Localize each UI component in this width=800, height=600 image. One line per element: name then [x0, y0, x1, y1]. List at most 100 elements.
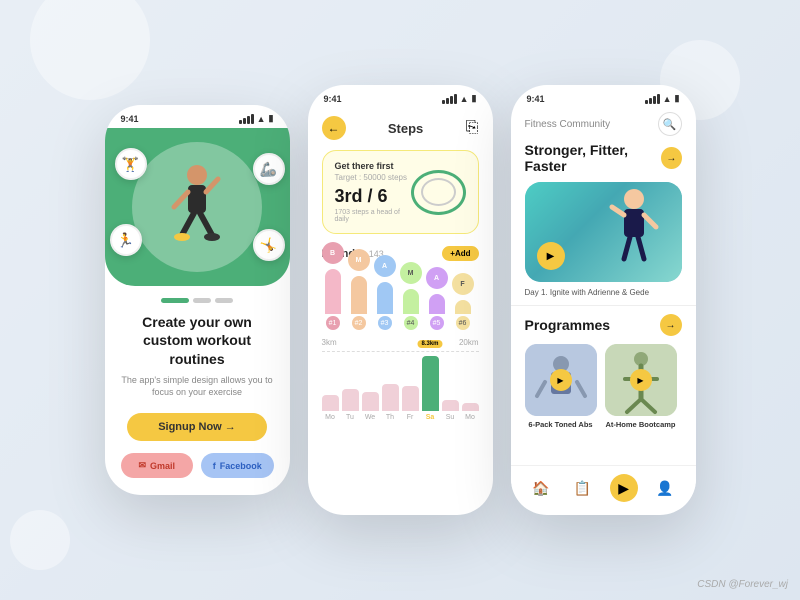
rank-frans: #6 — [456, 316, 470, 330]
stronger-arrow-button[interactable]: → — [661, 147, 681, 169]
dot-3 — [215, 298, 233, 303]
nav-home[interactable]: 🏠 — [526, 474, 556, 502]
chart-right-label: 20km — [459, 338, 479, 347]
prog-play-2[interactable]: ▶ — [630, 369, 652, 391]
day-we: We — [362, 414, 379, 421]
hero-play-button[interactable]: ▶ — [537, 242, 565, 270]
home-icon: 🏠 — [527, 474, 555, 502]
friend-bar-frans: F #6 — [452, 273, 474, 330]
bar-me — [351, 276, 367, 314]
chart-bar-mo1 — [322, 395, 339, 412]
rank-mira: #4 — [404, 316, 418, 330]
dots-indicator — [161, 298, 233, 303]
wifi-icon-1: ▲ — [257, 114, 266, 124]
status-icons-2: ▲ ▮ — [442, 93, 477, 104]
track-oval — [411, 170, 466, 215]
bar-mira — [403, 289, 419, 314]
hero-image: ▶ — [525, 182, 682, 282]
steps-card: Get there first Target : 50000 steps 3rd… — [322, 150, 479, 234]
prog-play-1[interactable]: ▶ — [550, 369, 572, 391]
friend-bar-baily: B #1 — [322, 242, 344, 330]
friend-bar-adela: A #3 — [374, 255, 396, 330]
list-icon: 📋 — [568, 474, 596, 502]
search-button[interactable]: 🔍 — [658, 112, 682, 136]
day-sa: Sa — [422, 414, 439, 421]
chart-section: 3km 20km 8.3km — [322, 338, 479, 421]
time-3: 9:41 — [527, 94, 545, 104]
avatar-frans: F — [452, 273, 474, 295]
friends-section: Friends 143 +Add B #1 M #2 — [322, 244, 479, 330]
gmail-button[interactable]: ✉ Gmail — [121, 453, 194, 478]
battery-icon-1: ▮ — [269, 113, 274, 124]
main-chart: 8.3km — [322, 356, 479, 411]
phone3-content: Fitness Community 🔍 Stronger, Fitter, Fa… — [511, 108, 696, 510]
status-bar-3: 9:41 ▲ ▮ — [511, 85, 696, 108]
share-icon[interactable]: ⎘ — [466, 119, 479, 137]
phone2-content: ← Steps ⎘ Get there first Target : 50000… — [308, 108, 493, 510]
dot-1 — [161, 298, 189, 303]
battery-icon-3: ▮ — [675, 93, 680, 104]
avatar-astin: A — [426, 267, 448, 289]
nav-list[interactable]: 📋 — [567, 474, 597, 502]
chart-bar-su — [442, 400, 459, 411]
athlete-svg — [162, 157, 232, 257]
facebook-icon: f — [213, 461, 216, 471]
steps-info: Get there first Target : 50000 steps 3rd… — [335, 161, 411, 223]
back-button[interactable]: ← — [322, 116, 346, 140]
avatar-me: M — [348, 249, 370, 271]
chart-bar-th — [382, 384, 399, 412]
prog-name-2: At-Home Bootcamp — [605, 420, 677, 429]
signal-icon-3 — [645, 94, 660, 104]
nav-profile[interactable]: 👤 — [650, 474, 680, 502]
phone2-header: ← Steps ⎘ — [322, 116, 479, 140]
status-icons-3: ▲ ▮ — [645, 93, 680, 104]
phone1-content: 🏋️ 🦾 🏃 🤸 Create your own custom workout … — [105, 128, 290, 490]
rank-baily: #1 — [326, 316, 340, 330]
prog-cards: ▶ 6-Pack Toned Abs — [525, 344, 682, 429]
phones-container: 9:41 ▲ ▮ — [105, 85, 696, 515]
chart-bar-mo2 — [462, 403, 479, 411]
dot-2 — [193, 298, 211, 303]
athlete-circle — [132, 142, 262, 272]
phone1-bottom: Create your own custom workout routines … — [105, 286, 290, 490]
day-th: Th — [382, 414, 399, 421]
bar-astin — [429, 294, 445, 314]
prog-card-2: ▶ At-Home Bootcamp — [605, 344, 677, 429]
icon-bubble-tr: 🦾 — [253, 153, 285, 185]
icon-bubble-br: 🤸 — [253, 229, 285, 261]
friend-bar-me: M #2 — [348, 249, 370, 330]
friend-bar-astin: A #5 — [426, 267, 448, 330]
hero-person-svg — [604, 187, 664, 277]
facebook-button[interactable]: f Facebook — [201, 453, 274, 478]
rank-adela: #3 — [378, 316, 392, 330]
divider — [511, 305, 696, 306]
rank-astin: #5 — [430, 316, 444, 330]
add-friend-button[interactable]: +Add — [442, 246, 478, 261]
programmes-arrow-button[interactable]: → — [660, 314, 682, 336]
time-2: 9:41 — [324, 94, 342, 104]
steps-heading: Get there first — [335, 161, 411, 171]
bar-frans — [455, 300, 471, 314]
status-bar-2: 9:41 ▲ ▮ — [308, 85, 493, 108]
prog-card-1: ▶ 6-Pack Toned Abs — [525, 344, 597, 429]
day-su: Su — [442, 414, 459, 421]
programmes-title: Programmes → — [525, 314, 682, 336]
search-icon: 🔍 — [663, 118, 677, 131]
play-icon: ▶ — [610, 474, 638, 502]
signup-button[interactable]: Signup Now → — [127, 413, 267, 441]
phone2-title: Steps — [388, 121, 423, 136]
wifi-icon-2: ▲ — [460, 94, 469, 104]
profile-icon: 👤 — [651, 474, 679, 502]
day-mo2: Mo — [462, 414, 479, 421]
gmail-icon: ✉ — [138, 460, 146, 471]
prog-img-2: ▶ — [605, 344, 677, 416]
steps-target: Target : 50000 steps — [335, 173, 411, 182]
watermark: CSDN @Forever_wj — [697, 579, 788, 590]
bottom-nav: 🏠 📋 ▶ 👤 — [511, 465, 696, 510]
day-mo1: Mo — [322, 414, 339, 421]
nav-play[interactable]: ▶ — [609, 474, 639, 502]
hero-section: Stronger, Fitter, Faster → — [511, 142, 696, 305]
chart-left-label: 3km — [322, 338, 337, 347]
battery-icon-2: ▮ — [472, 93, 477, 104]
day-tu: Tu — [342, 414, 359, 421]
